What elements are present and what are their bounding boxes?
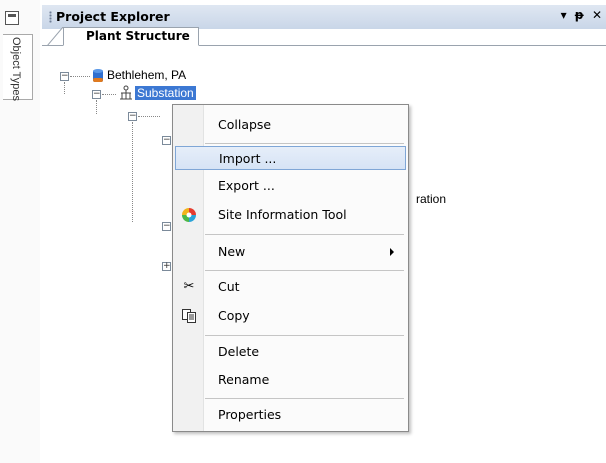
- menu-item-new[interactable]: New: [175, 240, 406, 264]
- dropdown-arrow-icon[interactable]: ▾: [561, 8, 569, 22]
- collapse-toggle-icon[interactable]: −: [162, 136, 171, 145]
- tab-label: Plant Structure: [86, 29, 190, 43]
- menu-item-label: Rename: [218, 372, 270, 387]
- tree-connector: [132, 122, 134, 222]
- menu-separator: [205, 143, 404, 144]
- collapse-toggle-icon[interactable]: −: [92, 90, 101, 99]
- object-types-label: Object Types: [10, 37, 22, 101]
- close-icon[interactable]: ✕: [592, 8, 604, 22]
- menu-item-label: Copy: [218, 308, 250, 323]
- window-pin-icon[interactable]: [5, 11, 19, 25]
- scissors-icon: ✂: [183, 279, 195, 294]
- menu-item-cut[interactable]: ✂ Cut: [175, 275, 406, 299]
- menu-item-export[interactable]: Export ...: [175, 174, 406, 198]
- menu-item-label: Collapse: [218, 117, 272, 132]
- tree-node-partial-text: ration: [416, 192, 447, 206]
- menu-item-label: Delete: [218, 344, 260, 359]
- title-buttons: ▾ ᵽ ✕: [561, 8, 604, 22]
- substation-icon: [120, 85, 132, 100]
- copy-icon: [182, 309, 196, 323]
- menu-separator: [205, 335, 404, 336]
- menu-item-site-information-tool[interactable]: Site Information Tool: [175, 203, 406, 227]
- object-types-tab[interactable]: Object Types: [3, 34, 33, 101]
- panel-title: Project Explorer: [56, 9, 170, 24]
- tree-connector: [96, 100, 98, 114]
- menu-separator: [205, 398, 404, 399]
- menu-item-properties[interactable]: Properties: [175, 403, 406, 427]
- menu-separator: [205, 270, 404, 271]
- menu-item-label: Cut: [218, 279, 240, 294]
- pin-icon[interactable]: ᵽ: [575, 8, 586, 22]
- menu-item-label: New: [218, 244, 246, 259]
- menu-item-label: Import ...: [219, 151, 277, 166]
- tree-connector: [102, 94, 116, 96]
- tree-node-substation[interactable]: Substation: [135, 86, 196, 100]
- site-information-tool-icon: [182, 208, 196, 222]
- side-tool-strip: Object Types: [0, 0, 40, 463]
- database-icon: [93, 69, 103, 82]
- tab-plant-structure[interactable]: Plant Structure: [63, 27, 199, 46]
- collapse-toggle-icon[interactable]: −: [60, 72, 69, 81]
- menu-item-delete[interactable]: Delete: [175, 340, 406, 364]
- menu-item-label: Properties: [218, 407, 282, 422]
- tree-connector: [138, 116, 160, 118]
- menu-item-rename[interactable]: Rename: [175, 368, 406, 392]
- tree-node-bethlehem[interactable]: Bethlehem, PA: [107, 68, 186, 82]
- menu-item-import[interactable]: Import ...: [175, 146, 406, 170]
- menu-item-label: Export ...: [218, 178, 275, 193]
- collapse-toggle-icon[interactable]: −: [162, 222, 171, 231]
- tree-connector: [70, 76, 90, 78]
- expand-toggle-icon[interactable]: +: [162, 262, 171, 271]
- menu-item-collapse[interactable]: Collapse: [175, 113, 406, 137]
- drag-grip-icon[interactable]: [49, 11, 52, 23]
- tree-connector: [64, 82, 66, 94]
- menu-separator: [205, 234, 404, 235]
- title-bar: Project Explorer ▾ ᵽ ✕: [42, 5, 606, 29]
- menu-item-label: Site Information Tool: [218, 207, 347, 222]
- context-menu: Collapse Import ... Export ... Site Info…: [172, 104, 409, 432]
- collapse-toggle-icon[interactable]: −: [128, 112, 137, 121]
- submenu-arrow-icon: [390, 248, 394, 256]
- menu-item-copy[interactable]: Copy: [175, 304, 406, 328]
